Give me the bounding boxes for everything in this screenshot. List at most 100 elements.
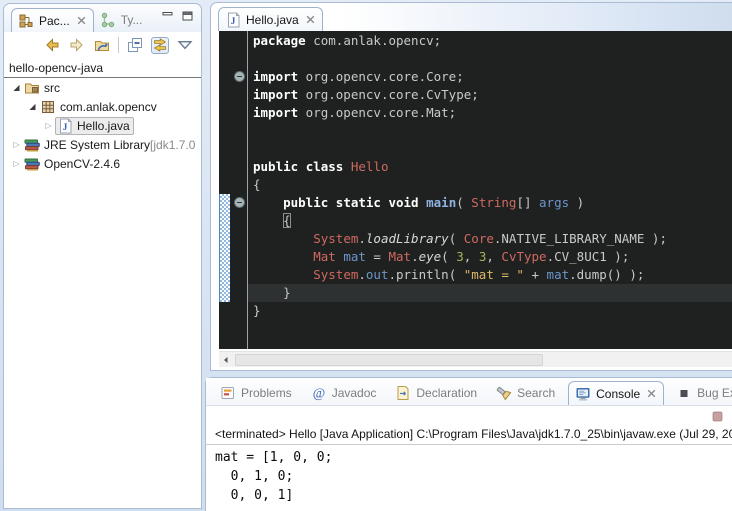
up-button[interactable] [93,37,111,54]
tree-item-content: JRE System Library [jdk1.7.0 [23,137,198,153]
library-icon [24,156,40,172]
tree-item-label: src [44,81,60,95]
maximize-button[interactable] [182,11,193,21]
expand-arrow-icon[interactable]: ▷ [42,116,55,135]
editor-body: package com.anlak.opencv; import org.open… [219,31,732,349]
folding-ruler[interactable] [231,31,248,349]
fold-collapse-icon[interactable] [234,71,245,82]
console-tabbar: Problems @ Javadoc Declaration Search Console… [206,378,732,406]
close-icon[interactable] [306,15,315,24]
horizontal-scrollbar[interactable] [219,351,732,367]
tab-console[interactable]: Console [568,381,664,405]
terminate-icon[interactable] [711,410,724,423]
tree-item-com-anlak-opencv[interactable]: ◢ com.anlak.opencv [4,97,201,116]
tab-bug-explorer[interactable]: Bug Explorer [670,381,732,405]
problems-icon [220,385,236,401]
collapse-arrow-icon[interactable]: ◢ [26,97,39,116]
code-line-1: package com.anlak.opencv; [253,32,732,50]
collapse-arrow-icon[interactable]: ◢ [10,78,23,97]
square-icon [676,385,692,401]
tree-item-src[interactable]: ◢ src [4,78,201,97]
search-icon [496,385,512,401]
editor-tab-hello-java[interactable]: J Hello.java [218,7,323,31]
editor-panel: J Hello.java package com.anlak.opencv; im… [210,2,732,371]
expand-arrow-icon[interactable]: ▷ [10,154,23,173]
code-line-15: } [248,284,732,302]
eclipse-workbench: { "colors": { "window_background": "#d2d… [0,0,732,511]
tab-problems[interactable]: Problems [214,381,299,405]
code-line-9: { [253,176,732,194]
scrollbar-thumb[interactable] [235,354,543,366]
tab-label: Pac... [39,14,70,28]
code-line-4: import org.opencv.core.CvType; [253,86,732,104]
tab-search[interactable]: Search [490,381,562,405]
tree-item-decoration: [jdk1.7.0 [150,138,195,152]
toolbar-separator [118,37,119,53]
tree-item-content: src [23,80,63,96]
tab-label: Bug Explorer [697,386,732,400]
package-icon [40,99,56,115]
console-output[interactable]: mat = [1, 0, 0; 0, 1, 0; 0, 0, 1] [206,445,732,505]
console-output-line: 0, 1, 0; [215,467,732,486]
project-header[interactable]: hello-opencv-java [4,59,201,78]
tab-ty[interactable]: Ty... [94,8,150,32]
close-icon[interactable] [77,16,86,25]
declaration-icon [395,385,411,401]
code-line-8: public class Hello [253,158,732,176]
code-line-10: public static void main( String[] args ) [253,194,732,212]
close-icon[interactable] [647,389,656,398]
tab-label: Search [517,386,555,400]
tree-item-label: Hello.java [77,119,130,133]
code-area[interactable]: package com.anlak.opencv; import org.open… [248,31,732,349]
package-explorer-tree: hello-opencv-java ◢ src ◢ com.anlak.opencv ▷… [4,58,201,173]
tree-item-label: com.anlak.opencv [60,100,157,114]
tree-item-jre-system-library[interactable]: ▷JRE System Library [jdk1.7.0 [4,135,201,154]
tree-item-opencv-2-4-6[interactable]: ▷OpenCV-2.4.6 [4,154,201,173]
tab-label: Ty... [121,13,143,27]
console-icon [575,386,591,402]
tab-label: Declaration [416,386,477,400]
link-with-editor-button[interactable] [151,37,169,54]
view-window-buttons [162,11,193,21]
svg-text:@: @ [312,386,324,401]
forward-button[interactable] [68,37,86,54]
tree-item-hello-java[interactable]: ▷ J Hello.java [4,116,201,135]
console-status-line: <terminated> Hello [Java Application] C:… [206,427,732,445]
code-line-6 [253,122,732,140]
tab-label: Problems [241,386,292,400]
type-hierarchy-icon [100,12,116,28]
tree-item-content: OpenCV-2.4.6 [23,156,123,172]
tab-javadoc[interactable]: @ Javadoc [305,381,384,405]
code-line-7 [253,140,732,158]
tree-item-content: J Hello.java [55,117,134,135]
tab-declaration[interactable]: Declaration [389,381,484,405]
fold-collapse-icon[interactable] [234,197,245,208]
code-line-16: } [253,302,732,320]
svg-text:J: J [63,123,68,133]
console-output-line: mat = [1, 0, 0; [215,448,732,467]
tab-label: Javadoc [332,386,377,400]
console-panel: Problems @ Javadoc Declaration Search Console… [205,377,732,511]
code-line-13: Mat mat = Mat.eye( 3, 3, CvType.CV_8UC1 … [253,248,732,266]
code-line-12: System.loadLibrary( Core.NATIVE_LIBRARY_… [253,230,732,248]
back-button[interactable] [43,37,61,54]
code-line-3: import org.opencv.core.Core; [253,68,732,86]
library-icon [24,137,40,153]
code-line-2 [253,50,732,68]
expand-arrow-icon[interactable]: ▷ [10,135,23,154]
java-file-icon: J [225,12,241,28]
tab-pac[interactable]: Pac... [11,8,94,32]
scroll-left-icon[interactable] [222,356,230,364]
annotation-ruler[interactable] [219,31,231,349]
javadoc-icon: @ [311,385,327,401]
code-line-5: import org.opencv.core.Mat; [253,104,732,122]
console-output-line: 0, 0, 1] [215,486,732,505]
tree-item-content: com.anlak.opencv [39,99,160,115]
console-toolbar [206,406,732,427]
package-explorer-icon [18,13,34,29]
minimize-button[interactable] [162,11,173,21]
view-menu-button[interactable] [176,37,194,54]
svg-text:J: J [231,17,236,27]
collapse-all-button[interactable] [126,37,144,54]
package-explorer-panel: Pac... Ty... hello-opencv-java ◢ src ◢ com.a… [3,3,202,509]
